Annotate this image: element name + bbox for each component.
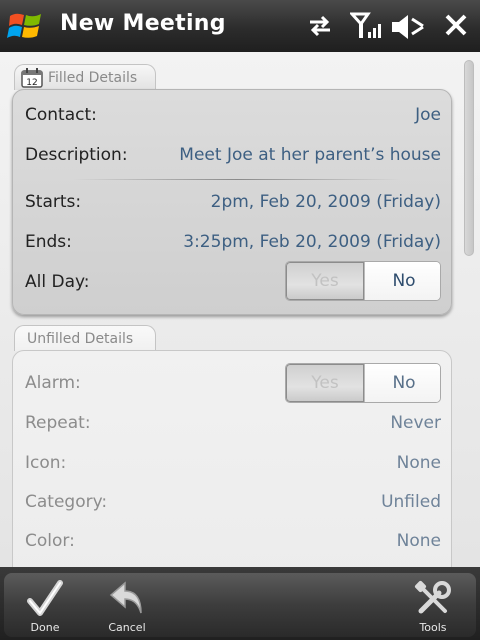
description-row[interactable]: Description: Meet Joe at her parent’s ho…: [25, 143, 441, 169]
icon-row[interactable]: Icon: None: [25, 451, 441, 477]
category-value[interactable]: Unfiled: [381, 492, 441, 512]
icon-value[interactable]: None: [397, 453, 441, 473]
done-button[interactable]: Done: [10, 573, 80, 637]
all-day-no-option[interactable]: No: [364, 262, 440, 300]
tab-label: Filled Details: [48, 70, 138, 86]
starts-row[interactable]: Starts: 2pm, Feb 20, 2009 (Friday): [25, 190, 441, 216]
alarm-no-option[interactable]: No: [364, 364, 440, 402]
vertical-scrollbar[interactable]: [464, 60, 474, 560]
svg-text:12: 12: [26, 78, 37, 88]
alarm-label: Alarm:: [25, 373, 81, 393]
repeat-value[interactable]: Never: [390, 413, 441, 433]
calendar-icon: 12: [21, 68, 43, 88]
speaker-muted-icon[interactable]: [390, 12, 426, 42]
starts-value[interactable]: 2pm, Feb 20, 2009 (Friday): [211, 192, 441, 212]
windows-logo[interactable]: [6, 6, 46, 46]
cancel-button[interactable]: Cancel: [92, 573, 162, 637]
all-day-yes-option[interactable]: Yes: [286, 262, 364, 300]
color-value[interactable]: None: [397, 531, 441, 551]
all-day-label: All Day:: [25, 272, 90, 292]
form-content[interactable]: 12 Filled Details Contact: Joe Descripti…: [0, 52, 480, 567]
color-label: Color:: [25, 531, 75, 551]
tools-label: Tools: [419, 621, 447, 634]
icon-label: Icon:: [25, 453, 67, 473]
description-label: Description:: [25, 145, 128, 165]
repeat-row[interactable]: Repeat: Never: [25, 411, 441, 437]
done-label: Done: [30, 621, 60, 634]
contact-row[interactable]: Contact: Joe: [25, 103, 441, 129]
tools-button[interactable]: Tools: [398, 573, 468, 637]
tab-unfilled-details: Unfilled Details: [14, 325, 156, 351]
sync-arrows-icon[interactable]: [306, 12, 334, 40]
tools-icon: [414, 580, 451, 614]
scrollbar-thumb[interactable]: [464, 60, 474, 256]
checkmark-icon: [27, 580, 63, 616]
starts-label: Starts:: [25, 192, 82, 212]
toolbar-panel: Done Cancel Tools: [4, 573, 476, 637]
close-icon[interactable]: [444, 13, 468, 37]
all-day-toggle[interactable]: Yes No: [285, 261, 441, 301]
contact-label: Contact:: [25, 105, 97, 125]
category-label: Category:: [25, 492, 108, 512]
alarm-toggle[interactable]: Yes No: [285, 363, 441, 403]
bottom-toolbar: Done Cancel Tools: [0, 567, 480, 640]
tab-label: Unfilled Details: [27, 331, 134, 347]
description-value[interactable]: Meet Joe at her parent’s house: [179, 145, 441, 165]
tab-filled-details: 12 Filled Details: [14, 64, 156, 90]
filled-details-group: Contact: Joe Description: Meet Joe at he…: [12, 89, 452, 315]
unfilled-details-group: Alarm: Yes No Repeat: Never Icon: None C…: [12, 350, 452, 567]
ends-value[interactable]: 3:25pm, Feb 20, 2009 (Friday): [183, 232, 441, 252]
ends-label: Ends:: [25, 232, 72, 252]
undo-arrow-icon: [109, 581, 142, 614]
alarm-yes-option[interactable]: Yes: [286, 364, 364, 402]
title-bar: New Meeting: [0, 0, 480, 52]
cancel-label: Cancel: [108, 621, 146, 634]
divider: [73, 179, 401, 180]
category-row[interactable]: Category: Unfiled: [25, 490, 441, 516]
ends-row[interactable]: Ends: 3:25pm, Feb 20, 2009 (Friday): [25, 230, 441, 256]
page-title: New Meeting: [60, 11, 226, 36]
color-row[interactable]: Color: None: [25, 529, 441, 555]
repeat-label: Repeat:: [25, 413, 91, 433]
signal-icon[interactable]: [350, 12, 386, 42]
contact-value[interactable]: Joe: [415, 105, 441, 125]
